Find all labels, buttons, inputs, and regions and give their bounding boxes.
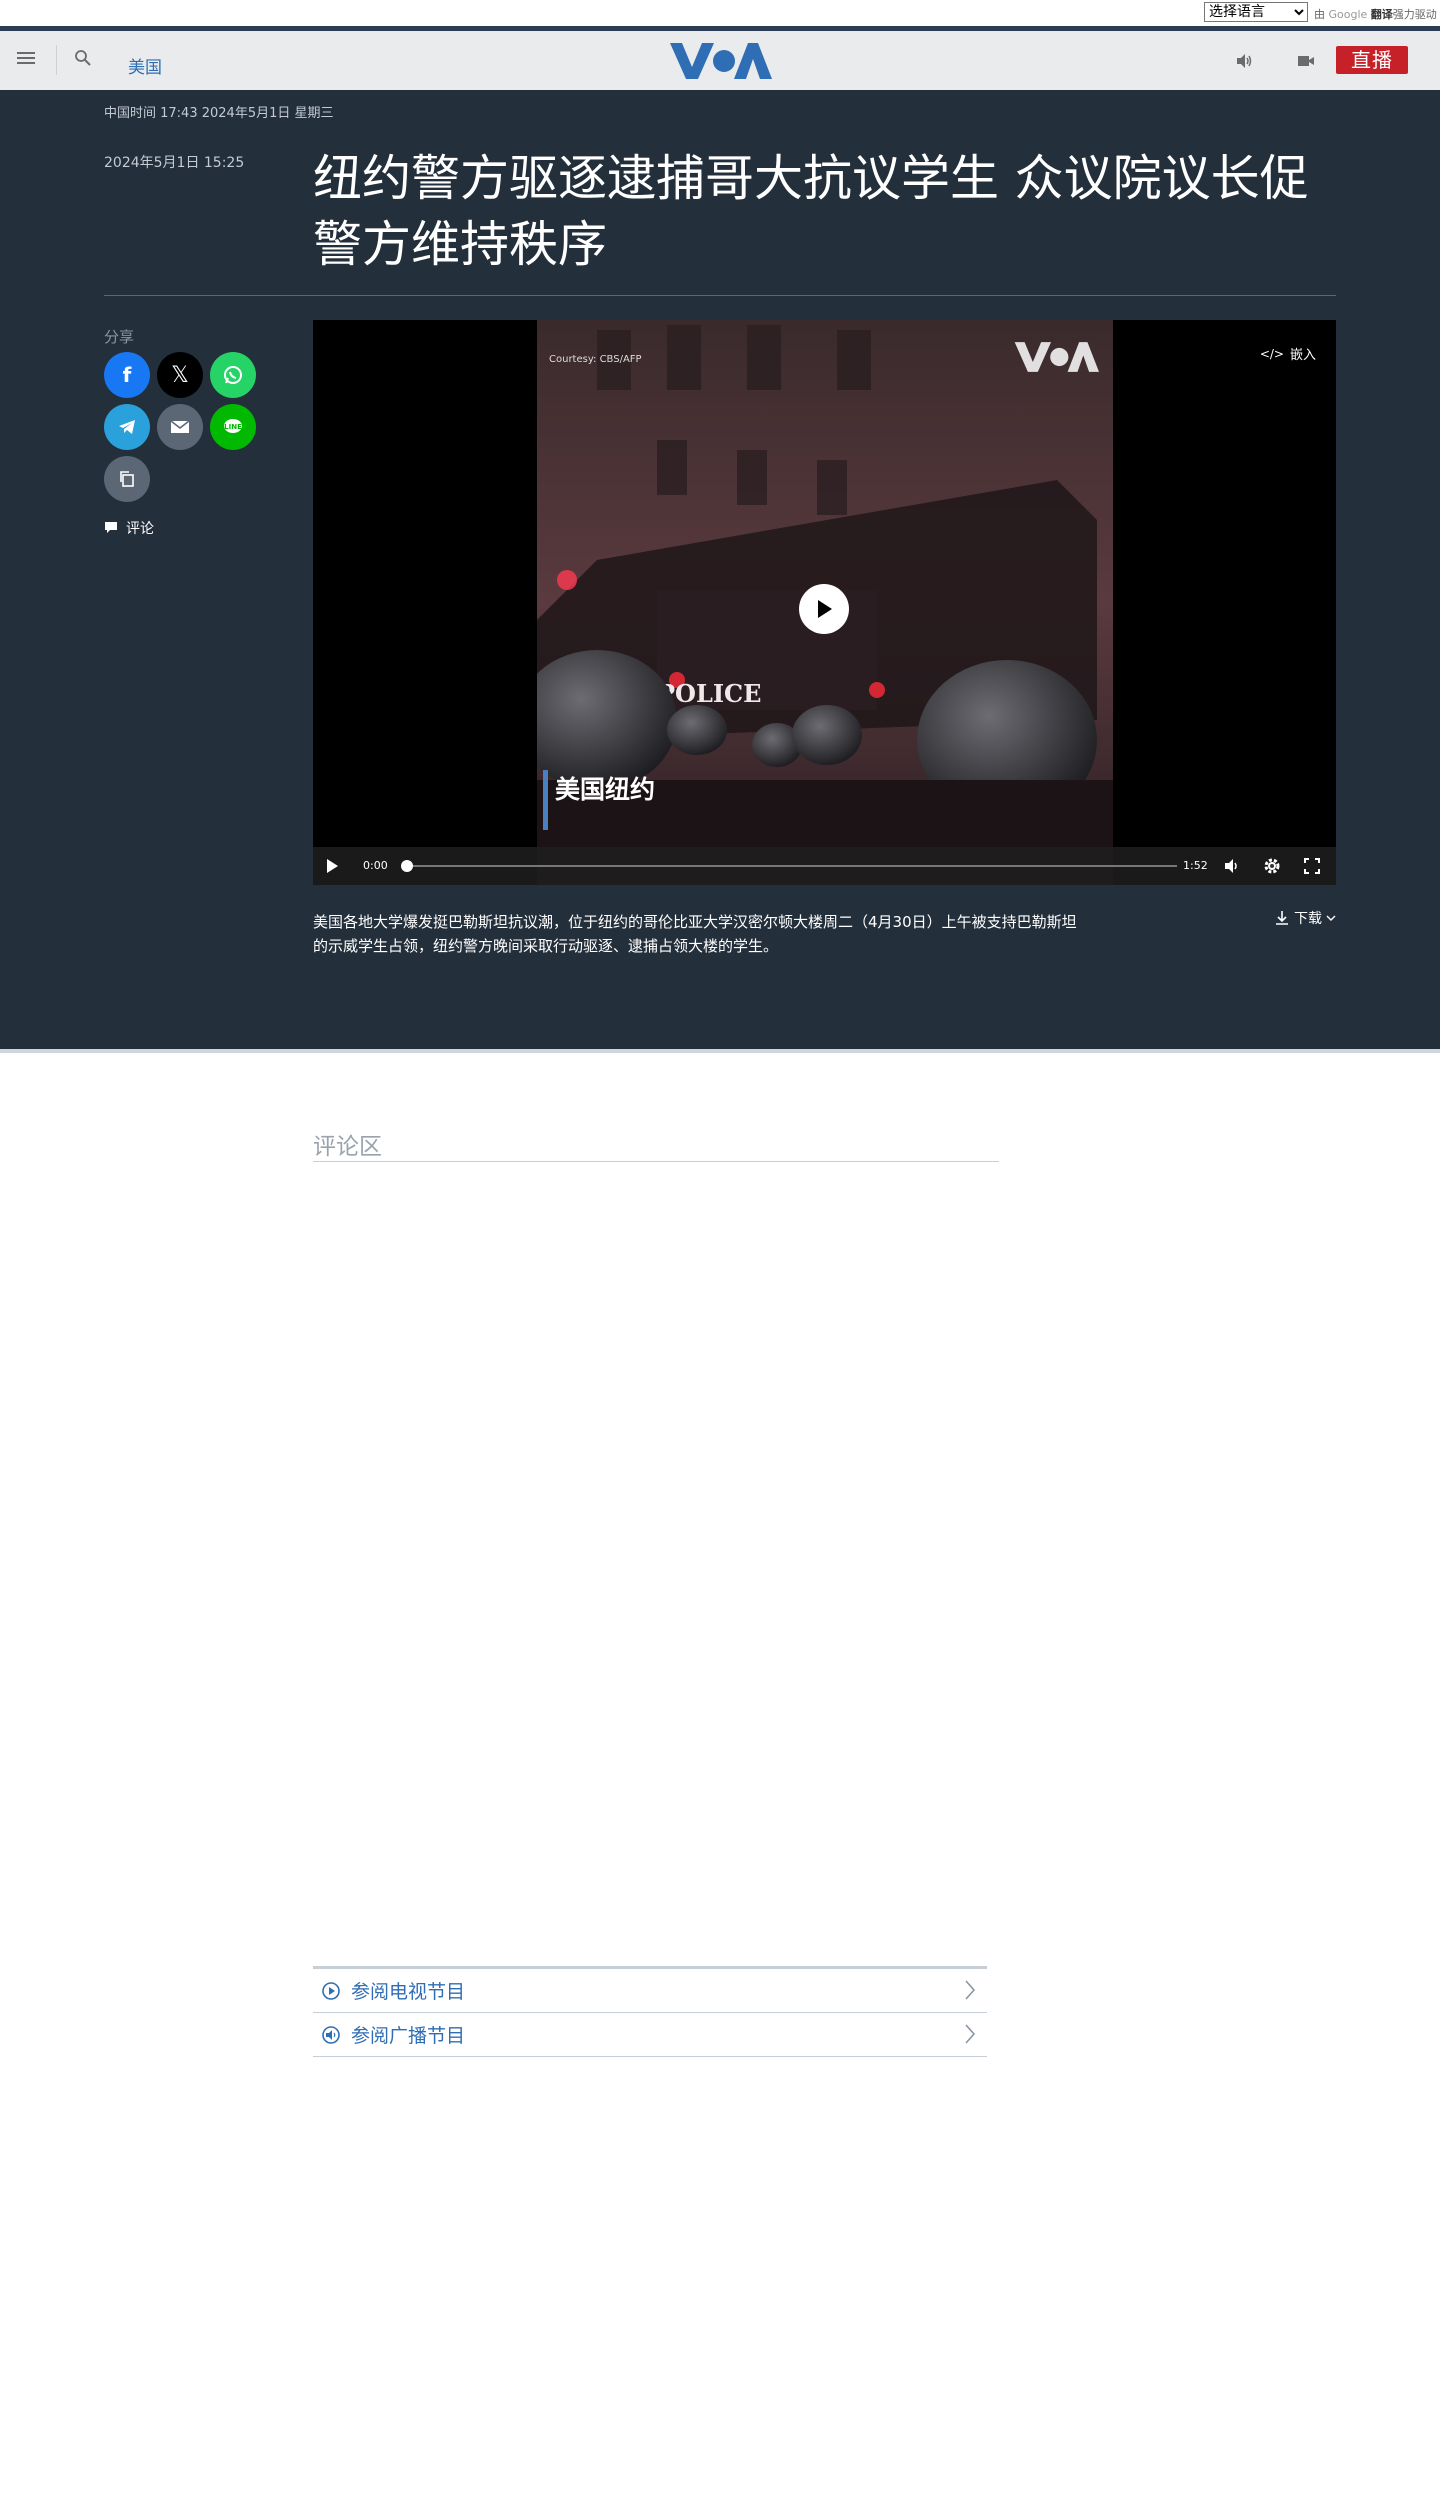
video-icon[interactable] — [1296, 51, 1318, 73]
fullscreen-icon[interactable] — [1303, 857, 1321, 875]
progress-knob[interactable] — [401, 860, 413, 872]
volume-icon[interactable] — [1223, 857, 1241, 875]
article-hero: 中国时间 17:43 2024年5月1日 星期三 2024年5月1日 15:25… — [0, 90, 1440, 1050]
download-icon — [1276, 911, 1288, 925]
download-button[interactable]: 下载 — [1274, 908, 1336, 928]
header-divider — [56, 45, 57, 75]
line-icon: LINE — [224, 419, 242, 433]
comment-link[interactable]: 评论 — [104, 518, 154, 538]
comment-label: 评论 — [126, 521, 154, 537]
facebook-icon: f — [122, 363, 132, 387]
live-button[interactable]: 直播 — [1336, 46, 1408, 74]
video-location-overlay: 美国纽约 — [555, 775, 656, 804]
chevron-down-icon — [1326, 915, 1336, 921]
radio-programs-label: 参阅广播节目 — [351, 2025, 466, 2047]
play-circle-icon — [322, 1981, 340, 2000]
search-icon[interactable] — [74, 49, 96, 71]
whatsapp-icon — [224, 366, 242, 384]
copy-link-button[interactable] — [104, 456, 150, 502]
current-time: 0:00 — [363, 859, 388, 872]
facebook-share-button[interactable]: f — [104, 352, 150, 398]
section-link[interactable]: 美国 — [128, 53, 162, 78]
comments-divider — [313, 1161, 999, 1162]
audio-icon[interactable] — [1234, 51, 1256, 73]
video-watermark-logo — [1014, 342, 1099, 372]
comments-title: 评论区 — [313, 1134, 382, 1160]
control-play-icon[interactable] — [325, 858, 339, 874]
telegram-share-button[interactable] — [104, 404, 150, 450]
embed-button[interactable]: </> 嵌入 — [1259, 344, 1316, 364]
settings-icon[interactable] — [1263, 857, 1281, 875]
google-logo-text: Google — [1328, 8, 1368, 21]
email-icon — [170, 420, 190, 433]
play-icon — [818, 600, 832, 618]
translate-bar: 选择语言 由 Google 翻译强力驱动 — [0, 0, 1440, 26]
china-time: 中国时间 17:43 2024年5月1日 星期三 — [104, 106, 334, 121]
svg-text:LINE: LINE — [224, 423, 242, 431]
article-headline: 纽约警方驱逐逮捕哥大抗议学生 众议院议长促警方维持秩序 — [313, 150, 1309, 273]
embed-label: 嵌入 — [1289, 348, 1316, 363]
video-caption: 美国各地大学爆发挺巴勒斯坦抗议潮，位于纽约的哥伦比亚大学汉密尔顿大楼周二（4月3… — [313, 913, 1077, 955]
progress-bar[interactable] — [401, 860, 1177, 872]
x-icon: 𝕏 — [171, 362, 189, 388]
tv-programs-label: 参阅电视节目 — [351, 1981, 466, 2003]
x-share-button[interactable]: 𝕏 — [157, 352, 203, 398]
email-share-button[interactable] — [157, 404, 203, 450]
video-controls: 0:00 1:52 — [313, 847, 1336, 885]
telegram-icon — [119, 420, 135, 434]
chevron-right-icon — [965, 2024, 976, 2044]
publish-date: 2024年5月1日 15:25 — [104, 155, 245, 171]
tv-programs-link[interactable]: 参阅电视节目 — [313, 1969, 987, 2013]
voa-logo[interactable] — [668, 41, 772, 81]
download-label: 下载 — [1294, 911, 1322, 927]
duration: 1:52 — [1183, 859, 1208, 872]
section-divider — [0, 1049, 1440, 1053]
language-select[interactable]: 选择语言 — [1204, 2, 1308, 22]
radio-programs-link[interactable]: 参阅广播节目 — [313, 2013, 987, 2057]
line-share-button[interactable]: LINE — [210, 404, 256, 450]
share-label: 分享 — [104, 328, 135, 346]
menu-icon[interactable] — [17, 49, 39, 71]
play-button[interactable] — [799, 584, 849, 634]
title-divider — [104, 295, 1336, 296]
speaker-circle-icon — [322, 2025, 340, 2044]
translate-link[interactable]: 翻译 — [1371, 8, 1393, 21]
video-courtesy: Courtesy: CBS/AFP — [549, 354, 642, 365]
credit-prefix: 由 — [1314, 8, 1325, 21]
copy-link-icon — [120, 471, 134, 487]
site-header: 美国 直播 — [0, 26, 1440, 90]
program-links: 参阅电视节目 参阅广播节目 — [313, 1966, 987, 2057]
comment-icon — [105, 522, 117, 533]
translate-credit: 由 Google 翻译强力驱动 — [1314, 6, 1437, 22]
chevron-right-icon — [965, 1980, 976, 2000]
embed-icon: </> — [1259, 346, 1284, 361]
whatsapp-share-button[interactable] — [210, 352, 256, 398]
video-player[interactable]: POLICE Courtesy: CBS/AFP 美国纽约 </> 嵌入 0:0… — [313, 320, 1336, 885]
credit-suffix: 强力驱动 — [1392, 8, 1437, 21]
